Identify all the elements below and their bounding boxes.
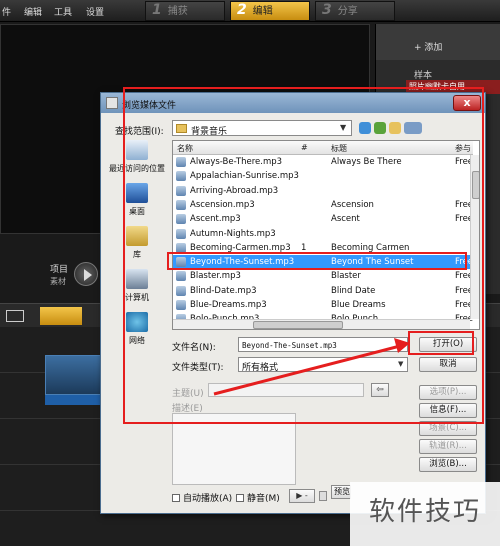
- preview-button[interactable]: 预览: [331, 485, 351, 499]
- annotation-box: [167, 252, 467, 270]
- step-tab-capture[interactable]: 1 捕获: [145, 1, 225, 21]
- library-header: + 添加: [376, 24, 500, 60]
- autoplay-checkbox[interactable]: 自动播放(A): [172, 491, 232, 504]
- mute-checkbox[interactable]: 静音(M): [236, 491, 280, 504]
- step-tab-edit[interactable]: 2 编辑: [230, 1, 310, 21]
- project-label: 项目: [50, 265, 69, 275]
- material-label: 素材: [50, 277, 66, 286]
- menu-settings[interactable]: 设置: [86, 5, 104, 18]
- dialog-app-icon: [106, 97, 118, 109]
- menu-tools[interactable]: 工具: [54, 5, 72, 18]
- timeline-view-icon[interactable]: [40, 307, 82, 325]
- play-button[interactable]: [74, 262, 98, 286]
- step-tab-share[interactable]: 3 分享: [315, 1, 395, 21]
- app-top-bar: 件 编辑 工具 设置 1 捕获 2 编辑 3 分享: [0, 0, 500, 22]
- play-preview-button[interactable]: ▶ -: [289, 489, 315, 503]
- side-button[interactable]: 轨道(R)...: [419, 439, 477, 454]
- checkbox-icon: [172, 494, 180, 502]
- menu-edit[interactable]: 编辑: [24, 5, 42, 18]
- annotation-box: [408, 331, 474, 355]
- storyboard-view-icon[interactable]: [6, 310, 24, 322]
- side-button[interactable]: 浏览(B)...: [419, 457, 477, 472]
- add-button[interactable]: + 添加: [414, 40, 442, 53]
- video-clip[interactable]: [45, 355, 105, 395]
- watermark: 软件技巧: [350, 482, 500, 546]
- play-menu-icon[interactable]: [319, 491, 327, 501]
- checkbox-icon: [236, 494, 244, 502]
- menu-partial[interactable]: 件: [2, 5, 11, 18]
